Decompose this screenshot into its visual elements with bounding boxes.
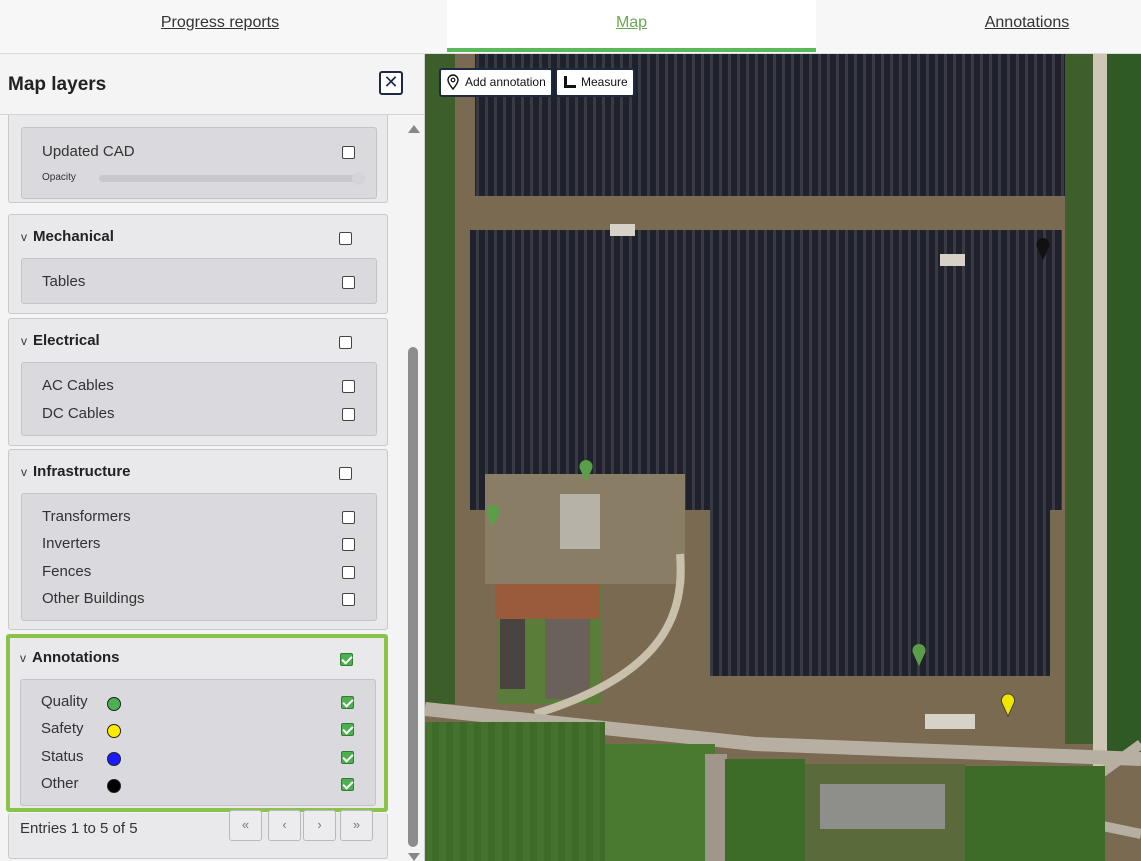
other-color-dot	[107, 779, 121, 793]
layer-item-label: DC Cables	[42, 405, 115, 422]
electrical-checkbox[interactable]	[339, 336, 352, 349]
mechanical-checkbox[interactable]	[339, 232, 352, 245]
add-annotation-button[interactable]: Add annotation	[439, 68, 553, 97]
other-checkbox[interactable]	[341, 778, 354, 791]
layer-group-electrical: v Electrical AC Cables DC Cables	[8, 318, 388, 446]
scrollbar-thumb[interactable]	[408, 347, 418, 847]
annotation-marker-quality[interactable]	[486, 504, 500, 528]
group-title: Electrical	[33, 332, 100, 349]
safety-checkbox[interactable]	[341, 723, 354, 736]
group-header-infrastructure[interactable]: v Infrastructure	[21, 463, 131, 480]
annotations-checkbox[interactable]	[340, 653, 353, 666]
layer-item-box: AC Cables DC Cables	[21, 362, 377, 436]
tab-map[interactable]: Map	[447, 0, 816, 52]
fences-checkbox[interactable]	[342, 566, 355, 579]
layer-item-label: Safety	[41, 720, 84, 737]
ac-cables-checkbox[interactable]	[342, 380, 355, 393]
aerial-map-image	[425, 54, 1141, 861]
tables-checkbox[interactable]	[342, 276, 355, 289]
chevron-down-icon: v	[21, 465, 27, 479]
layer-item-label: Tables	[42, 273, 86, 290]
layers-list: Updated CAD Opacity v Mechanical Tables v…	[0, 115, 424, 861]
prev-page-button[interactable]: ‹	[268, 810, 301, 841]
annotation-marker-other[interactable]	[1036, 237, 1050, 261]
close-panel-button[interactable]: ✕	[379, 71, 403, 95]
tab-annotations[interactable]: Annotations	[816, 0, 1141, 50]
layer-item-box: Quality Safety Status Other	[20, 679, 376, 806]
annotation-marker-safety[interactable]	[1001, 693, 1015, 717]
group-title: Annotations	[32, 649, 120, 666]
layer-item-box: Tables	[21, 258, 377, 304]
group-header-electrical[interactable]: v Electrical	[21, 332, 100, 349]
panel-scrollbar[interactable]	[406, 115, 420, 861]
tab-progress-reports[interactable]: Progress reports	[0, 0, 440, 50]
layer-group-infrastructure: v Infrastructure Transformers Inverters F…	[8, 449, 388, 630]
inverters-checkbox[interactable]	[342, 538, 355, 551]
last-page-button[interactable]: »	[340, 810, 373, 841]
quality-color-dot	[107, 697, 121, 711]
annotation-marker-quality[interactable]	[912, 643, 926, 667]
opacity-slider-handle[interactable]	[352, 172, 365, 185]
layer-item-label: Other Buildings	[42, 590, 145, 607]
layer-item-label: Inverters	[42, 535, 101, 552]
top-tab-bar: Progress reports Map Annotations	[0, 0, 1141, 54]
dc-cables-checkbox[interactable]	[342, 408, 355, 421]
measure-button[interactable]: Measure	[555, 68, 635, 97]
quality-checkbox[interactable]	[341, 696, 354, 709]
layer-item-box: Updated CAD Opacity	[21, 127, 377, 199]
group-header-mechanical[interactable]: v Mechanical	[21, 228, 114, 245]
layer-item-label: Updated CAD	[42, 143, 135, 160]
group-title: Mechanical	[33, 228, 114, 245]
layer-item-label: Fences	[42, 563, 92, 580]
layer-item-label: Status	[41, 748, 84, 765]
opacity-label: Opacity	[42, 172, 76, 183]
chevron-down-icon: v	[20, 651, 26, 665]
chevron-down-icon: v	[21, 230, 27, 244]
ruler-icon	[564, 76, 576, 88]
layer-item-box: Transformers Inverters Fences Other Buil…	[21, 493, 377, 621]
status-color-dot	[107, 752, 121, 766]
layer-group-cad: Updated CAD Opacity	[8, 115, 388, 203]
safety-color-dot	[107, 724, 121, 738]
scroll-down-arrow-icon[interactable]	[408, 853, 420, 861]
pagination-bar: Entries 1 to 5 of 5 « ‹ › »	[8, 810, 388, 859]
annotation-marker-quality[interactable]	[579, 459, 593, 483]
chevron-down-icon: v	[21, 334, 27, 348]
infrastructure-checkbox[interactable]	[339, 467, 352, 480]
layer-item-label: AC Cables	[42, 377, 114, 394]
layer-group-annotations: v Annotations Quality Safety Status Other	[6, 634, 388, 812]
map-layers-panel: Map layers ✕ Updated CAD Opacity v Mechan…	[0, 54, 425, 861]
layer-item-label: Transformers	[42, 508, 131, 525]
group-title: Infrastructure	[33, 463, 131, 480]
updated-cad-checkbox[interactable]	[342, 146, 355, 159]
map-pin-icon	[447, 74, 459, 90]
add-annotation-label: Add annotation	[465, 75, 546, 89]
next-page-button[interactable]: ›	[303, 810, 336, 841]
opacity-slider[interactable]	[99, 172, 365, 185]
pagination-info: Entries 1 to 5 of 5	[20, 820, 138, 837]
scroll-up-arrow-icon[interactable]	[408, 125, 420, 133]
measure-label: Measure	[581, 75, 628, 89]
group-header-annotations[interactable]: v Annotations	[20, 649, 120, 666]
panel-title: Map layers	[8, 74, 107, 95]
layer-item-label: Quality	[41, 693, 88, 710]
transformers-checkbox[interactable]	[342, 511, 355, 524]
other-buildings-checkbox[interactable]	[342, 593, 355, 606]
first-page-button[interactable]: «	[229, 810, 262, 841]
layer-group-mechanical: v Mechanical Tables	[8, 214, 388, 314]
status-checkbox[interactable]	[341, 751, 354, 764]
layer-item-label: Other	[41, 775, 79, 792]
map-view[interactable]: Add annotation Measure	[425, 54, 1141, 861]
